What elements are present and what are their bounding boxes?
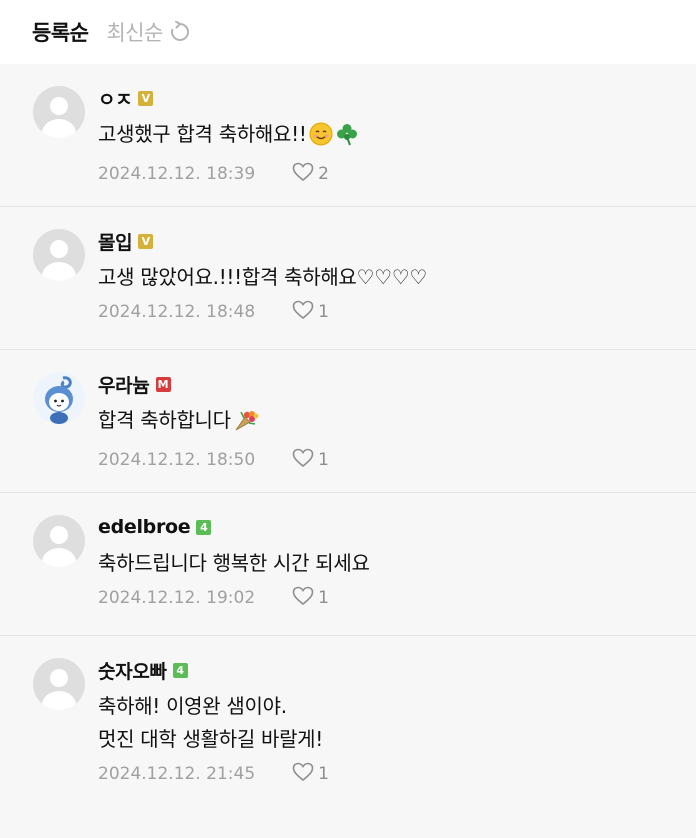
- comment-date: 2024.12.12. 18:48: [98, 302, 256, 322]
- shamrock-icon: [335, 122, 359, 156]
- nickname[interactable]: 우라늄: [98, 371, 150, 398]
- level-badge: V: [138, 233, 154, 249]
- like-button[interactable]: 1: [292, 448, 329, 472]
- like-count: 1: [318, 588, 329, 608]
- like-count: 1: [318, 450, 329, 470]
- avatar[interactable]: [33, 86, 85, 138]
- level-badge: M: [155, 376, 171, 392]
- like-button[interactable]: 2: [292, 162, 329, 186]
- like-button[interactable]: 1: [292, 586, 329, 610]
- nickname[interactable]: ㅇㅈ: [98, 85, 133, 112]
- sort-bar: 등록순 최신순: [0, 0, 696, 64]
- comment-date: 2024.12.12. 18:50: [98, 450, 256, 470]
- comment-text-content: 고생했구 합격 축하해요!!: [98, 122, 307, 146]
- level-badge: 4: [172, 662, 188, 678]
- like-button[interactable]: 1: [292, 762, 329, 786]
- avatar[interactable]: [33, 658, 85, 710]
- heart-icon: [292, 586, 314, 610]
- heart-icon: [292, 762, 314, 786]
- like-count: 1: [318, 302, 329, 322]
- avatar[interactable]: [33, 372, 85, 424]
- level-badge: 4: [196, 519, 212, 535]
- avatar[interactable]: [33, 229, 85, 281]
- refresh-icon[interactable]: [169, 21, 191, 43]
- like-count: 2: [318, 164, 329, 184]
- comment-item: 우라늄 M 합격 축하합니다 2024.12.12. 18:50 1: [0, 350, 696, 493]
- comment-list: ㅇㅈ V 고생했구 합격 축하해요!! 2024.12.12. 18:39 2 …: [0, 64, 696, 816]
- heart-icon: [292, 300, 314, 324]
- comment-item: ㅇㅈ V 고생했구 합격 축하해요!! 2024.12.12. 18:39 2: [0, 64, 696, 207]
- comment-item: edelbroe 4 축하드립니다 행복한 시간 되세요 2024.12.12.…: [0, 493, 696, 636]
- comment-date: 2024.12.12. 21:45: [98, 764, 256, 784]
- sort-by-registration[interactable]: 등록순: [32, 17, 89, 47]
- comment-date: 2024.12.12. 18:39: [98, 164, 256, 184]
- smiling-face-icon: [309, 122, 333, 156]
- heart-icon: [292, 448, 314, 472]
- heart-icon: [292, 162, 314, 186]
- nickname[interactable]: edelbroe: [98, 516, 191, 538]
- nickname[interactable]: 숫자오빠: [98, 657, 167, 684]
- nickname[interactable]: 몰입: [98, 228, 133, 255]
- comment-item: 몰입 V 고생 많았어요.!!!합격 축하해요♡♡♡♡ 2024.12.12. …: [0, 207, 696, 350]
- sort-by-latest[interactable]: 최신순: [106, 17, 163, 47]
- like-button[interactable]: 1: [292, 300, 329, 324]
- comment-item: 숫자오빠 4 축하해! 이영완 샘이야. 멋진 대학 생활하길 바랄게! 202…: [0, 636, 696, 816]
- comment-text: 고생 많았어요.!!!합격 축하해요♡♡♡♡: [98, 265, 428, 289]
- comment-text: 축하드립니다 행복한 시간 되세요: [98, 551, 370, 575]
- bouquet-icon: [233, 408, 259, 442]
- comment-text: 축하해! 이영완 샘이야. 멋진 대학 생활하길 바랄게!: [98, 694, 323, 751]
- avatar[interactable]: [33, 515, 85, 567]
- comment-text: 합격 축하합니다: [98, 404, 686, 442]
- comment-text: 고생했구 합격 축하해요!!: [98, 118, 686, 156]
- comment-text-content: 합격 축하합니다: [98, 408, 231, 432]
- level-badge: V: [138, 90, 154, 106]
- comment-date: 2024.12.12. 19:02: [98, 588, 256, 608]
- like-count: 1: [318, 764, 329, 784]
